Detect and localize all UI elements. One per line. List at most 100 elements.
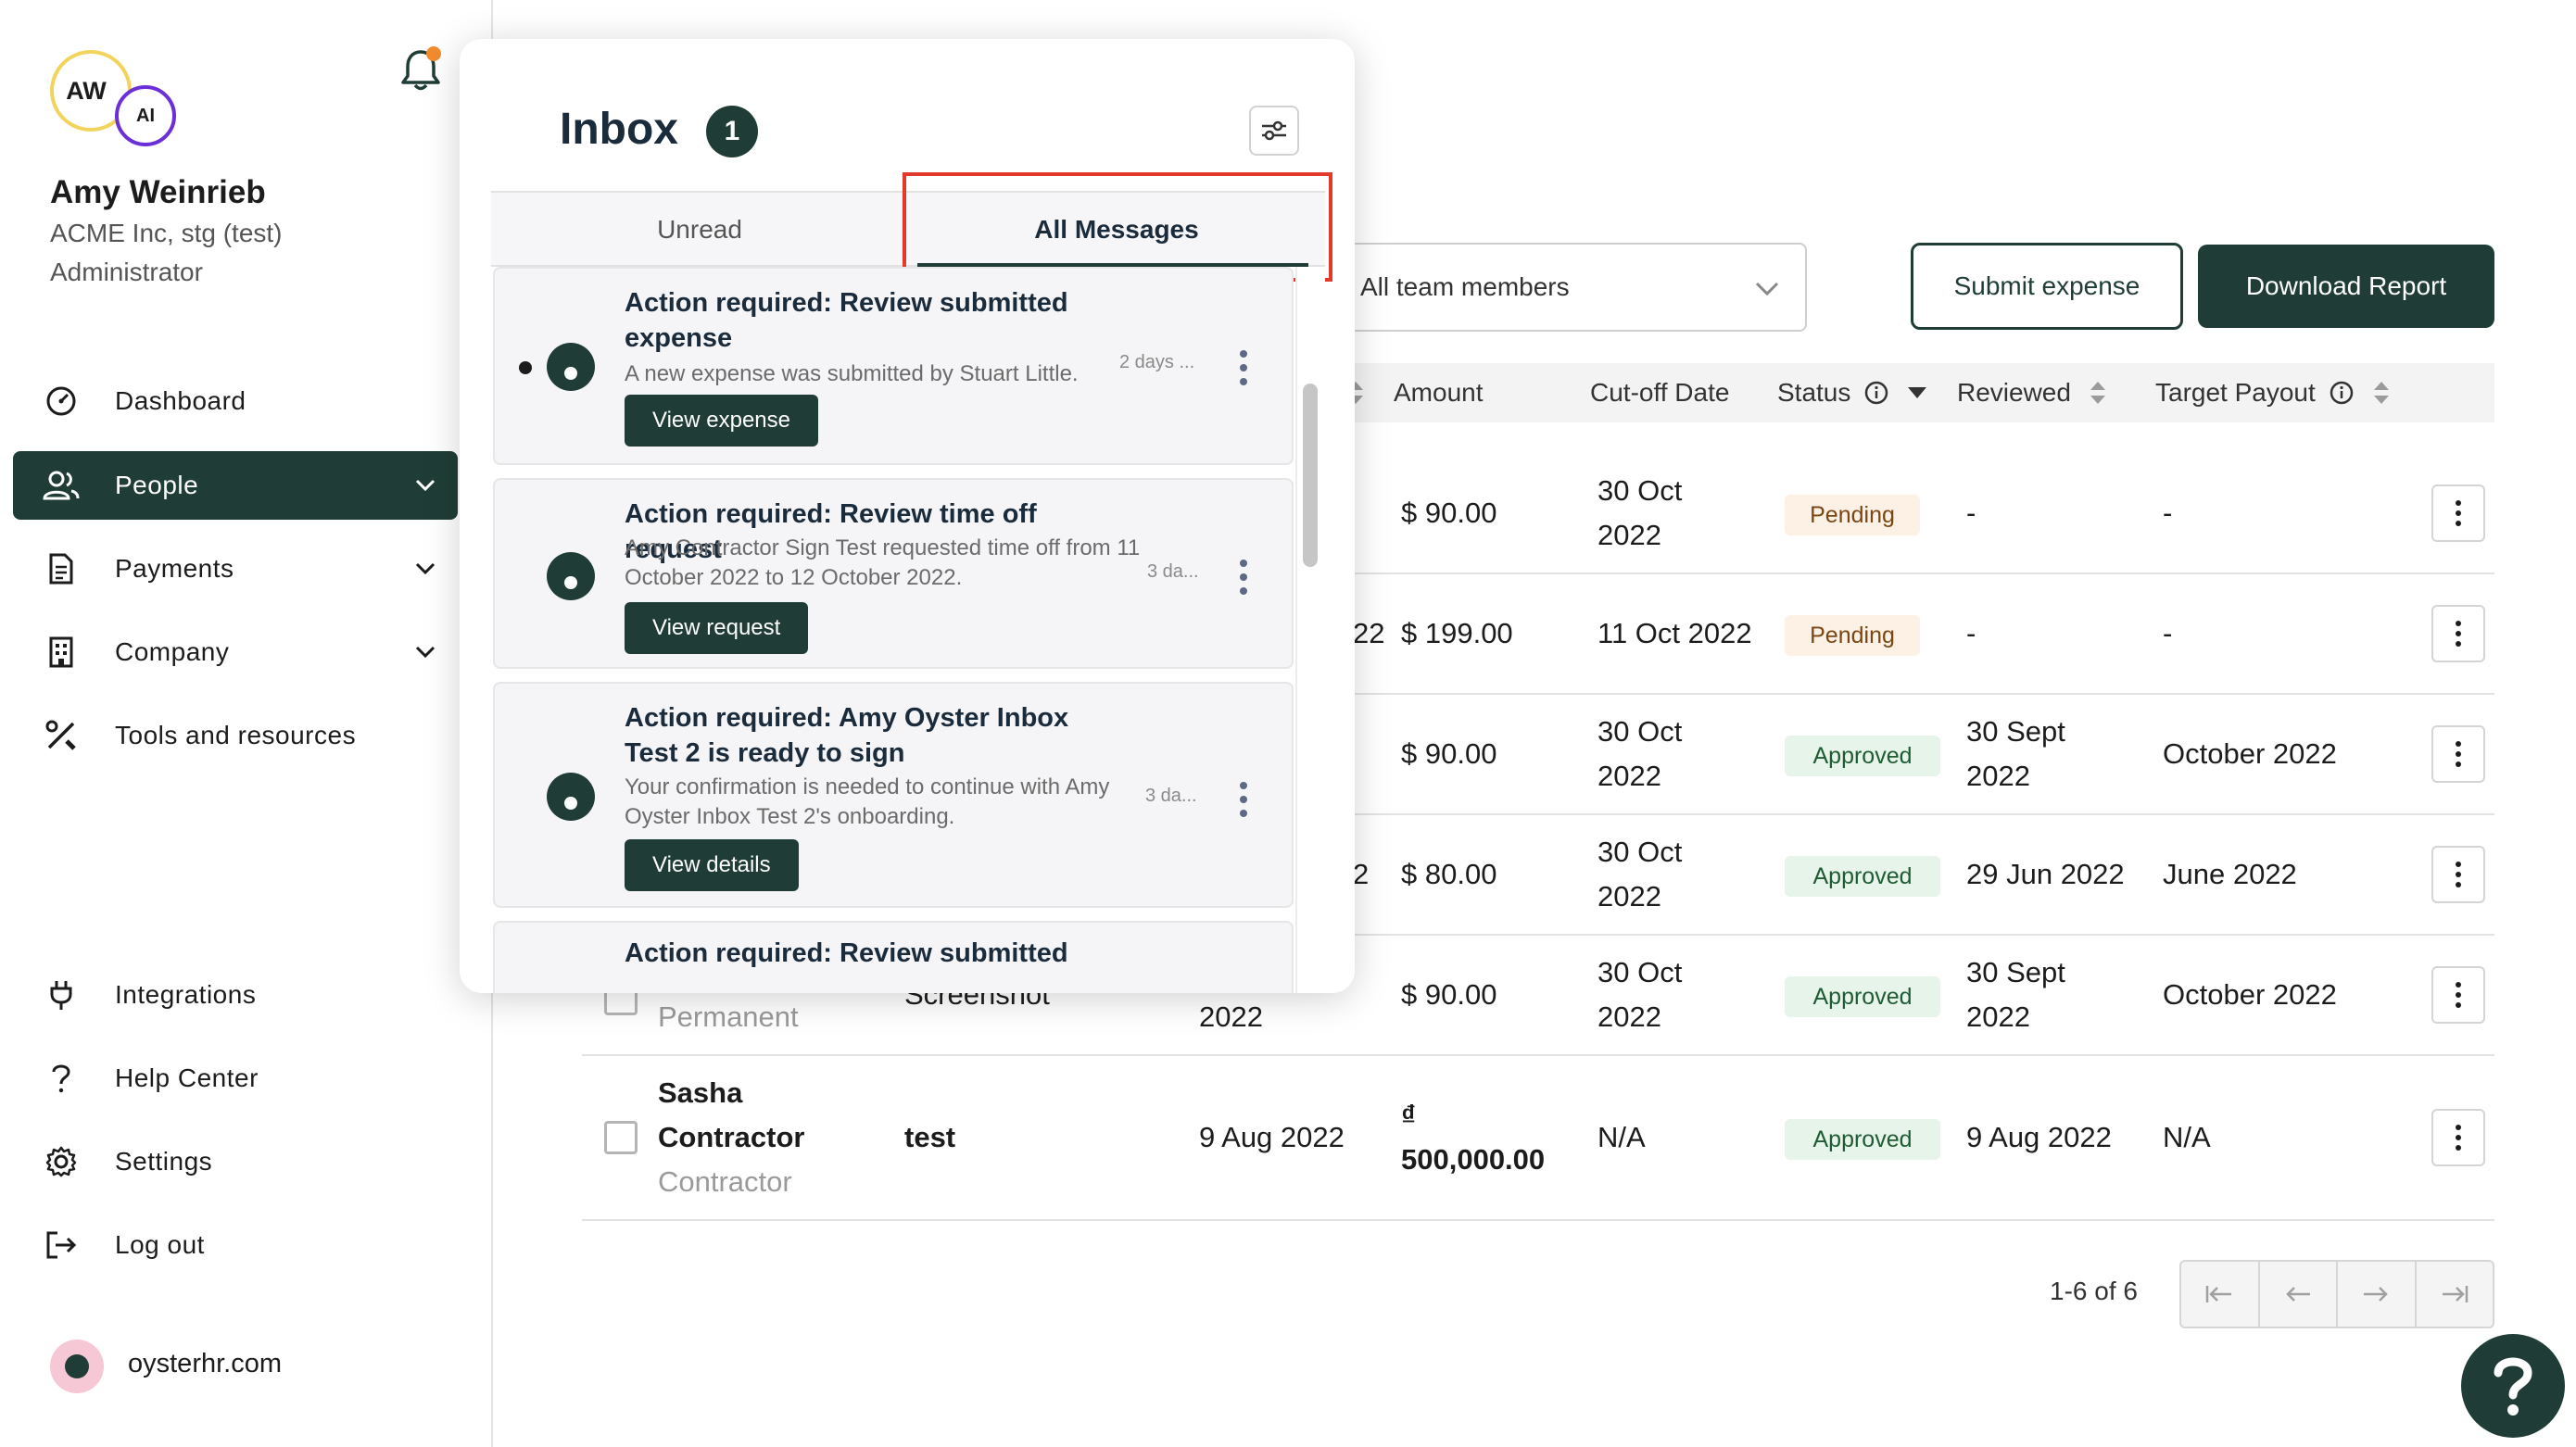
header-reviewed[interactable]: Reviewed [1957, 363, 2108, 422]
message-card[interactable]: Action required: Amy Oyster Inbox Test 2… [493, 682, 1294, 908]
row-actions-button[interactable] [2431, 1109, 2485, 1166]
header-amount[interactable]: Amount [1394, 363, 1484, 422]
cell-reviewed: 9 Aug 2022 [1966, 1121, 2112, 1153]
user-role: Administrator [50, 258, 203, 286]
message-title: Action required: Review submitted expens… [625, 288, 1068, 353]
question-icon [43, 1060, 80, 1097]
sort-icon[interactable] [2371, 379, 2392, 407]
message-body: Your confirmation is needed to continue … [625, 774, 1110, 829]
cell-cutoff: 2022 [1597, 760, 1661, 792]
view-details-button[interactable]: View details [625, 839, 799, 891]
info-icon[interactable] [1863, 380, 1889, 406]
cell-amount: 500,000.00 [1401, 1143, 1546, 1176]
sort-desc-icon[interactable] [1906, 384, 1928, 401]
user-name: Amy Weinrieb [50, 174, 266, 210]
message-time: 3 da... [1147, 561, 1199, 582]
cell-reviewed: 30 Sept [1966, 715, 2065, 748]
tab-unread[interactable]: Unread [491, 193, 908, 267]
gear-icon [43, 1143, 80, 1180]
inbox-panel: Inbox 1 Unread All Messages Action requi… [460, 39, 1355, 993]
oyster-logo [50, 1340, 104, 1393]
oyster-avatar [547, 773, 595, 821]
team-select-value: All team members [1360, 272, 1570, 301]
cell-amount: $ 90.00 [1401, 737, 1497, 770]
question-icon [2487, 1353, 2539, 1419]
scrollbar-track[interactable] [1295, 267, 1325, 993]
message-body: Amy Contractor Sign Test requested time … [625, 535, 1141, 590]
pagination-status: 1-6 of 6 [2050, 1277, 2138, 1305]
row-actions-button[interactable] [2431, 484, 2485, 542]
row-divider [582, 1054, 2494, 1056]
nav-dashboard[interactable]: Dashboard [13, 367, 458, 435]
sidebar: AW AI Amy Weinrieb ACME Inc, stg (test) … [0, 0, 493, 1447]
row-divider [1316, 573, 2494, 574]
next-page-icon[interactable] [2338, 1262, 2417, 1327]
nav-tools[interactable]: Tools and resources [13, 701, 458, 770]
nav-label: People [115, 471, 199, 499]
unread-indicator [519, 361, 532, 374]
header-target-label: Target Payout [2155, 378, 2316, 407]
cell-target: - [2163, 617, 2173, 649]
message-card[interactable]: Action required: Review submitted [493, 921, 1294, 993]
header-status[interactable]: Status [1777, 363, 1928, 422]
plug-icon [43, 976, 80, 1013]
row-actions-button[interactable] [2431, 605, 2485, 662]
status-badge: Approved [1785, 736, 1940, 776]
avatar-company[interactable]: AI [115, 85, 176, 146]
nav-label: Tools and resources [115, 721, 357, 749]
nav-integrations[interactable]: Integrations [13, 961, 458, 1029]
header-target-payout[interactable]: Target Payout [2155, 363, 2392, 422]
nav-logout[interactable]: Log out [13, 1211, 458, 1279]
cell-cutoff: 30 Oct [1597, 715, 1683, 748]
nav-help-center[interactable]: Help Center [13, 1044, 458, 1113]
row-checkbox[interactable] [604, 1121, 638, 1154]
sliders-icon [1259, 118, 1289, 144]
cell-amount: $ 90.00 [1401, 497, 1497, 529]
download-report-button[interactable]: Download Report [2198, 245, 2494, 328]
row-actions-button[interactable] [2431, 725, 2485, 783]
first-page-icon[interactable] [2181, 1262, 2260, 1327]
chevron-down-icon [411, 638, 439, 666]
header-status-label: Status [1777, 378, 1851, 407]
status-badge: Approved [1785, 976, 1940, 1017]
last-page-icon[interactable] [2417, 1262, 2494, 1327]
message-more-icon[interactable] [1240, 782, 1247, 817]
cell-cutoff: 30 Oct [1597, 956, 1683, 988]
message-more-icon[interactable] [1240, 560, 1247, 595]
row-actions-button[interactable] [2431, 846, 2485, 903]
view-expense-button[interactable]: View expense [625, 395, 818, 447]
footer-site-link[interactable]: oysterhr.com [128, 1349, 282, 1379]
header-cutoff-date[interactable]: Cut-off Date [1590, 363, 1729, 422]
cell-date: 2022 [1199, 1000, 1263, 1033]
message-card[interactable]: Action required: Review time off request… [493, 478, 1294, 669]
nav-settings[interactable]: Settings [13, 1127, 458, 1196]
cell-target: October 2022 [2163, 978, 2337, 1011]
nav-payments[interactable]: Payments [13, 535, 458, 603]
row-actions-button[interactable] [2431, 966, 2485, 1024]
scrollbar-thumb[interactable] [1303, 384, 1318, 567]
cell-reviewed: - [1966, 497, 1976, 529]
inbox-title: Inbox [560, 105, 678, 154]
nav-people[interactable]: People [13, 451, 458, 520]
cell-amount: ₫ [1401, 1099, 1416, 1131]
message-time: 3 da... [1145, 786, 1197, 806]
cell-name: Contractor [658, 1121, 805, 1153]
cell-cutoff: 30 Oct [1597, 836, 1683, 868]
team-member-select[interactable]: All team members [1316, 243, 1807, 332]
cell-fragment: 22 [1353, 617, 1385, 649]
view-request-button[interactable]: View request [625, 602, 809, 654]
prev-page-icon[interactable] [2260, 1262, 2338, 1327]
submit-expense-button[interactable]: Submit expense [1911, 243, 2183, 330]
cell-reviewed: 2022 [1966, 760, 2030, 792]
message-more-icon[interactable] [1240, 350, 1247, 385]
cell-type: Contractor [658, 1165, 792, 1198]
nav-company[interactable]: Company [13, 618, 458, 686]
message-title: Action required: Review submitted [625, 938, 1068, 968]
message-card[interactable]: Action required: Review submitted expens… [493, 267, 1294, 465]
message-body: A new expense was submitted by Stuart Li… [625, 361, 1079, 386]
nav-label: Log out [115, 1230, 205, 1259]
sort-icon[interactable] [2088, 379, 2108, 407]
info-icon[interactable] [2329, 380, 2355, 406]
filter-settings-button[interactable] [1249, 106, 1299, 156]
help-chat-button[interactable] [2461, 1334, 2565, 1438]
